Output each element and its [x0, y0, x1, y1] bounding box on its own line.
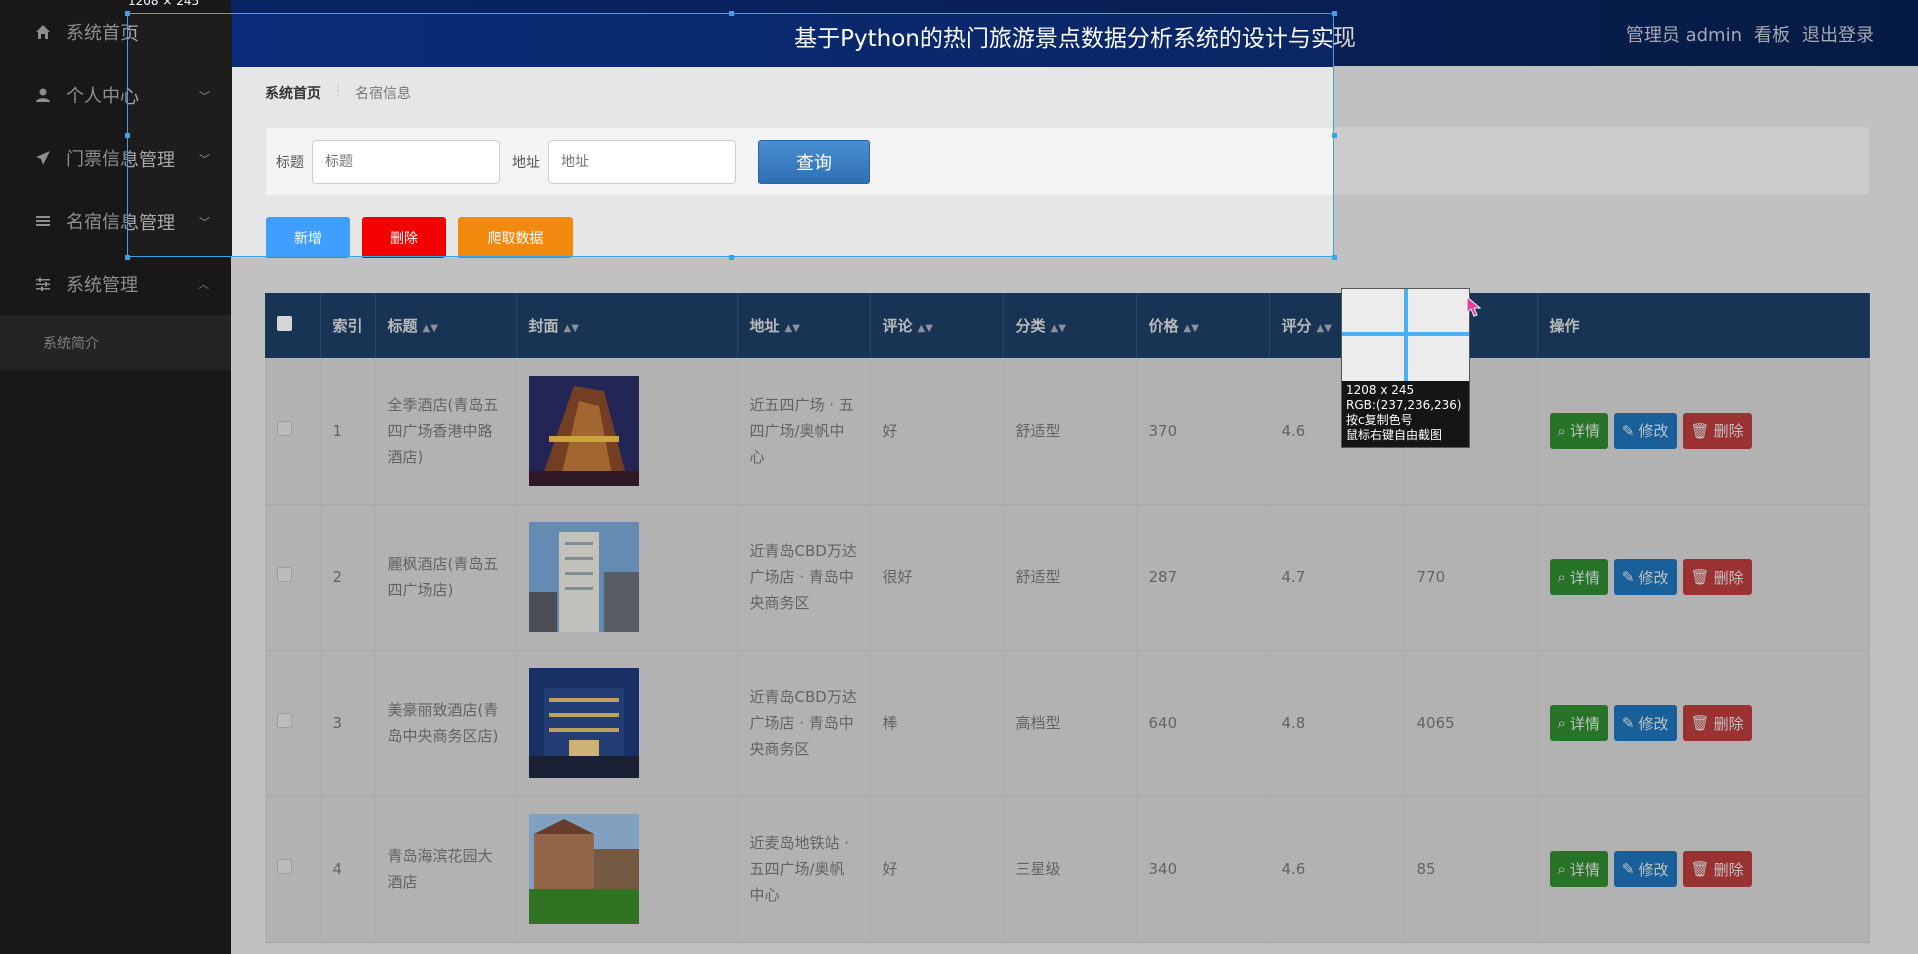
- capture-selection-content: 系统首页 个人中心 ﹀ 门票信息管理 ﹀ 名宿信息管理 ﹀: [128, 14, 1334, 256]
- magnifier-rgb: RGB:(237,236,236): [1346, 398, 1462, 412]
- sidebar-item-label: 系统首页: [128, 20, 139, 46]
- sidebar-item-homestay-management[interactable]: 名宿信息管理 ﹀: [128, 190, 232, 253]
- address-label: 地址: [512, 154, 540, 171]
- sidebar-item-home[interactable]: 系统首页: [128, 14, 232, 64]
- resize-handle[interactable]: [125, 133, 130, 138]
- resize-handle[interactable]: [1332, 133, 1337, 138]
- sidebar-item-label: 名宿信息管理: [128, 212, 175, 234]
- add-button[interactable]: 新增: [266, 217, 350, 256]
- resize-handle[interactable]: [1332, 11, 1337, 16]
- title-label: 标题: [276, 154, 304, 171]
- capture-selection[interactable]: 系统首页 个人中心 ﹀ 门票信息管理 ﹀ 名宿信息管理 ﹀: [127, 13, 1334, 257]
- sidebar-item-ticket-management[interactable]: 门票信息管理 ﹀: [128, 127, 232, 190]
- search-bar: 标题 地址 查询: [266, 128, 1333, 195]
- magnifier-view: [1342, 289, 1469, 381]
- resize-handle[interactable]: [729, 255, 734, 260]
- crawl-data-button[interactable]: 爬取数据: [458, 217, 573, 256]
- sidebar-item-system-management[interactable]: 系统管理 ︿: [128, 253, 232, 256]
- sidebar: 系统首页 个人中心 ﹀ 门票信息管理 ﹀ 名宿信息管理 ﹀: [128, 14, 232, 256]
- query-button[interactable]: 查询: [758, 139, 870, 184]
- magnifier-copy-hint: 按c复制色号: [1346, 413, 1413, 427]
- sidebar-item-label: 个人中心: [128, 83, 139, 109]
- chevron-down-icon: ﹀: [199, 89, 210, 103]
- resize-handle[interactable]: [729, 11, 734, 16]
- magnifier-freeform-hint: 鼠标右键自由截图: [1346, 428, 1443, 442]
- sidebar-item-personal-center[interactable]: 个人中心 ﹀: [128, 64, 232, 127]
- resize-handle[interactable]: [1332, 255, 1337, 260]
- breadcrumb-separator: ⋮: [331, 83, 345, 99]
- resize-handle[interactable]: [125, 255, 130, 260]
- resize-handle[interactable]: [125, 11, 130, 16]
- app-title: 基于Python的热门旅游景点数据分析系统的设计与实现: [794, 26, 1334, 52]
- batch-delete-button[interactable]: 删除: [362, 217, 446, 256]
- breadcrumb-current: 名宿信息: [355, 86, 411, 102]
- capture-magnifier: 1208 x 245 RGB:(237,236,236) 按c复制色号 鼠标右键…: [1341, 288, 1470, 448]
- mouse-cursor-icon: [1466, 296, 1482, 317]
- title-search-input[interactable]: [312, 139, 500, 184]
- chevron-down-icon: ﹀: [199, 152, 210, 166]
- sidebar-item-label: 门票信息管理: [128, 149, 175, 171]
- crosshair-horizontal: [1342, 332, 1469, 336]
- magnifier-info: 1208 x 245 RGB:(237,236,236) 按c复制色号 鼠标右键…: [1342, 381, 1469, 445]
- top-header: 基于Python的热门旅游景点数据分析系统的设计与实现 管理员 admin 看板…: [232, 14, 1334, 67]
- address-search-input[interactable]: [548, 139, 736, 184]
- capture-size-label: 1208 × 245: [128, 0, 200, 8]
- main-content: 系统首页 ⋮ 名宿信息 标题 地址 查询 新增 删除 爬取数据: [232, 67, 1333, 256]
- action-bar: 新增 删除 爬取数据: [266, 217, 573, 256]
- breadcrumb-home[interactable]: 系统首页: [265, 83, 321, 103]
- chevron-down-icon: ﹀: [199, 215, 210, 229]
- magnifier-size: 1208 x 245: [1346, 383, 1415, 397]
- breadcrumb: 系统首页 ⋮ 名宿信息: [265, 83, 411, 103]
